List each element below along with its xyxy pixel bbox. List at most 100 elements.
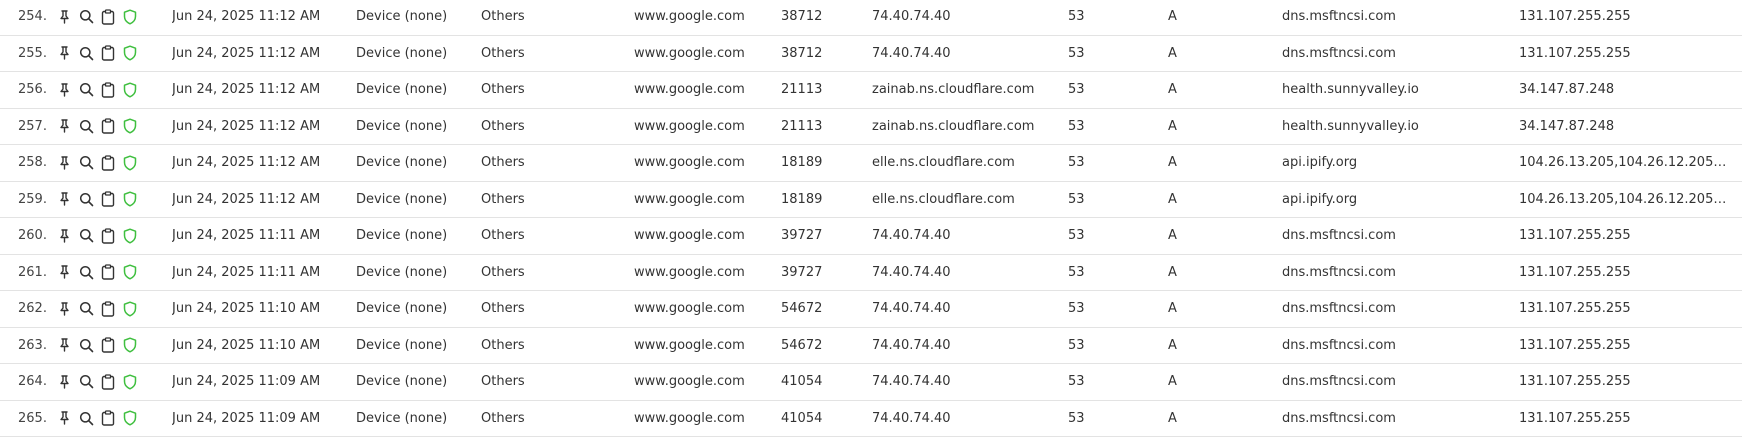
category: Others bbox=[481, 364, 631, 400]
row-number: 262. bbox=[18, 291, 46, 327]
search-icon[interactable] bbox=[78, 228, 94, 244]
shield-icon[interactable] bbox=[122, 228, 138, 244]
table-row[interactable]: 258. Jun 24, 2025 11:12 AM Device (none)… bbox=[0, 145, 1742, 182]
clipboard-icon[interactable] bbox=[100, 228, 116, 244]
pin-icon[interactable] bbox=[56, 118, 72, 134]
table-row[interactable]: 256. Jun 24, 2025 11:12 AM Device (none)… bbox=[0, 72, 1742, 109]
shield-icon[interactable] bbox=[122, 374, 138, 390]
answer: 131.107.255.255 bbox=[1519, 36, 1729, 72]
shield-icon[interactable] bbox=[122, 337, 138, 353]
clipboard-icon[interactable] bbox=[100, 82, 116, 98]
clipboard-icon[interactable] bbox=[100, 45, 116, 61]
answer: 104.26.13.205,104.26.12.205,172... bbox=[1519, 182, 1729, 218]
search-icon[interactable] bbox=[78, 264, 94, 280]
shield-icon[interactable] bbox=[122, 264, 138, 280]
device-name: Device (none) bbox=[356, 0, 474, 35]
pin-icon[interactable] bbox=[56, 82, 72, 98]
shield-icon[interactable] bbox=[122, 155, 138, 171]
clipboard-icon[interactable] bbox=[100, 155, 116, 171]
pin-icon[interactable] bbox=[56, 337, 72, 353]
table-row[interactable]: 262. Jun 24, 2025 11:10 AM Device (none)… bbox=[0, 291, 1742, 328]
clipboard-icon[interactable] bbox=[100, 118, 116, 134]
record-type: A bbox=[1168, 401, 1268, 437]
device-name: Device (none) bbox=[356, 401, 474, 437]
clipboard-icon[interactable] bbox=[100, 374, 116, 390]
pin-icon[interactable] bbox=[56, 374, 72, 390]
destination-port: 53 bbox=[1068, 72, 1158, 108]
table-row[interactable]: 255. Jun 24, 2025 11:12 AM Device (none)… bbox=[0, 36, 1742, 73]
table-row[interactable]: 261. Jun 24, 2025 11:11 AM Device (none)… bbox=[0, 255, 1742, 292]
clipboard-icon[interactable] bbox=[100, 264, 116, 280]
timestamp: Jun 24, 2025 11:11 AM bbox=[172, 218, 342, 254]
pin-icon[interactable] bbox=[56, 228, 72, 244]
clipboard-icon[interactable] bbox=[100, 191, 116, 207]
pin-icon[interactable] bbox=[56, 155, 72, 171]
source-port: 39727 bbox=[781, 218, 861, 254]
domain: www.google.com bbox=[634, 218, 774, 254]
record-type: A bbox=[1168, 182, 1268, 218]
pin-icon[interactable] bbox=[56, 9, 72, 25]
domain: www.google.com bbox=[634, 182, 774, 218]
answer: 131.107.255.255 bbox=[1519, 401, 1729, 437]
answer: 131.107.255.255 bbox=[1519, 364, 1729, 400]
answer: 131.107.255.255 bbox=[1519, 0, 1729, 35]
search-icon[interactable] bbox=[78, 82, 94, 98]
shield-icon[interactable] bbox=[122, 82, 138, 98]
shield-icon[interactable] bbox=[122, 301, 138, 317]
answer: 131.107.255.255 bbox=[1519, 255, 1729, 291]
row-actions bbox=[56, 36, 142, 72]
domain: www.google.com bbox=[634, 291, 774, 327]
search-icon[interactable] bbox=[78, 45, 94, 61]
category: Others bbox=[481, 401, 631, 437]
timestamp: Jun 24, 2025 11:12 AM bbox=[172, 109, 342, 145]
category: Others bbox=[481, 109, 631, 145]
table-row[interactable]: 260. Jun 24, 2025 11:11 AM Device (none)… bbox=[0, 218, 1742, 255]
shield-icon[interactable] bbox=[122, 191, 138, 207]
record-type: A bbox=[1168, 36, 1268, 72]
table-row[interactable]: 265. Jun 24, 2025 11:09 AM Device (none)… bbox=[0, 401, 1742, 437]
row-actions bbox=[56, 145, 142, 181]
query-name: api.ipify.org bbox=[1282, 182, 1512, 218]
search-icon[interactable] bbox=[78, 337, 94, 353]
search-icon[interactable] bbox=[78, 118, 94, 134]
search-icon[interactable] bbox=[78, 374, 94, 390]
row-actions bbox=[56, 401, 142, 437]
search-icon[interactable] bbox=[78, 191, 94, 207]
domain: www.google.com bbox=[634, 145, 774, 181]
search-icon[interactable] bbox=[78, 301, 94, 317]
device-name: Device (none) bbox=[356, 36, 474, 72]
row-actions bbox=[56, 182, 142, 218]
search-icon[interactable] bbox=[78, 9, 94, 25]
table-row[interactable]: 264. Jun 24, 2025 11:09 AM Device (none)… bbox=[0, 364, 1742, 401]
table-row[interactable]: 257. Jun 24, 2025 11:12 AM Device (none)… bbox=[0, 109, 1742, 146]
shield-icon[interactable] bbox=[122, 9, 138, 25]
source-port: 38712 bbox=[781, 36, 861, 72]
search-icon[interactable] bbox=[78, 155, 94, 171]
row-actions bbox=[56, 109, 142, 145]
table-row[interactable]: 254. Jun 24, 2025 11:12 AM Device (none)… bbox=[0, 0, 1742, 36]
category: Others bbox=[481, 72, 631, 108]
pin-icon[interactable] bbox=[56, 264, 72, 280]
record-type: A bbox=[1168, 364, 1268, 400]
timestamp: Jun 24, 2025 11:09 AM bbox=[172, 364, 342, 400]
pin-icon[interactable] bbox=[56, 45, 72, 61]
record-type: A bbox=[1168, 291, 1268, 327]
table-row[interactable]: 263. Jun 24, 2025 11:10 AM Device (none)… bbox=[0, 328, 1742, 365]
table-row[interactable]: 259. Jun 24, 2025 11:12 AM Device (none)… bbox=[0, 182, 1742, 219]
clipboard-icon[interactable] bbox=[100, 9, 116, 25]
dns-server: elle.ns.cloudflare.com bbox=[872, 182, 1062, 218]
clipboard-icon[interactable] bbox=[100, 301, 116, 317]
device-name: Device (none) bbox=[356, 182, 474, 218]
row-number: 254. bbox=[18, 0, 46, 35]
pin-icon[interactable] bbox=[56, 301, 72, 317]
clipboard-icon[interactable] bbox=[100, 337, 116, 353]
row-number: 259. bbox=[18, 182, 46, 218]
record-type: A bbox=[1168, 255, 1268, 291]
source-port: 41054 bbox=[781, 364, 861, 400]
shield-icon[interactable] bbox=[122, 118, 138, 134]
pin-icon[interactable] bbox=[56, 191, 72, 207]
shield-icon[interactable] bbox=[122, 45, 138, 61]
destination-port: 53 bbox=[1068, 109, 1158, 145]
domain: www.google.com bbox=[634, 328, 774, 364]
category: Others bbox=[481, 255, 631, 291]
